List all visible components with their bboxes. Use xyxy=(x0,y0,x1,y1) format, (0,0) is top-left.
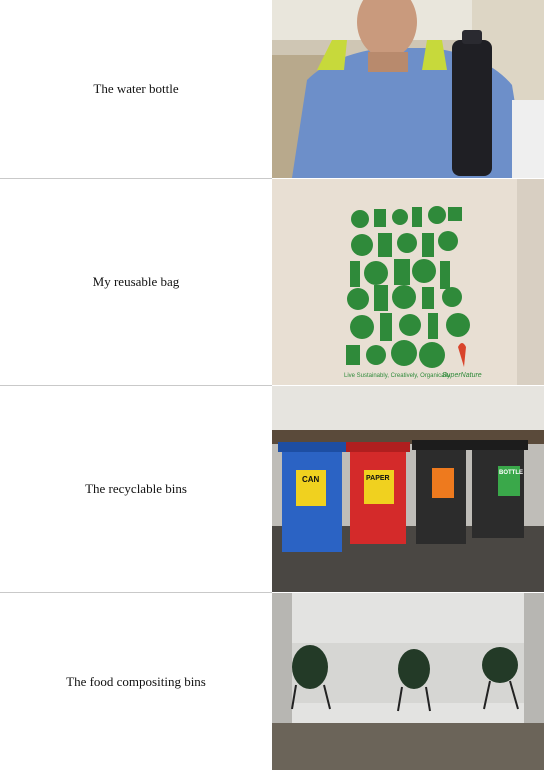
caption-compost-bins: The food compositing bins xyxy=(66,673,206,689)
photo-recyclable-bins: CAN PAPER BOTTLE xyxy=(272,386,544,592)
bin-label-can: CAN xyxy=(302,475,320,484)
row-water-bottle: The water bottle xyxy=(0,0,544,178)
bin-label-bottle: BOTTLE xyxy=(499,470,523,476)
bag-slogan-text: Live Sustainably, Creatively, Organicall… xyxy=(344,373,450,379)
photo-compost-bins xyxy=(272,593,544,770)
row-compost-bins: The food compositing bins xyxy=(0,593,544,770)
bag-brand-text: SuperNature xyxy=(442,372,482,379)
bin-label-paper: PAPER xyxy=(366,475,390,482)
photo-water-bottle xyxy=(272,0,544,178)
document-page: The water bottle My reusable bag Live Su… xyxy=(0,0,544,770)
caption-recyclable-bins: The recyclable bins xyxy=(85,481,187,496)
row-reusable-bag: My reusable bag Live Sustainably, Creati… xyxy=(0,179,544,385)
row-recyclable-bins: The recyclable bins CAN PAPER BOTTLE xyxy=(0,386,544,592)
photo-reusable-bag: Live Sustainably, Creatively, Organicall… xyxy=(272,179,544,385)
caption-reusable-bag: My reusable bag xyxy=(92,274,180,289)
caption-water-bottle: The water bottle xyxy=(93,81,179,96)
